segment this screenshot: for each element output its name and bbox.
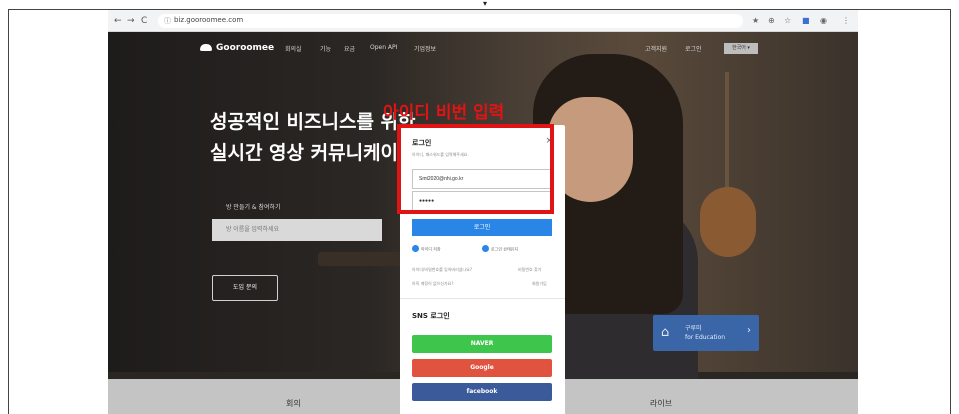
profile-icon[interactable]: ◉ xyxy=(820,15,827,27)
tab-live[interactable]: 라이브 xyxy=(650,398,672,409)
chevron-right-icon: › xyxy=(747,325,751,336)
browser-window: ← → C ⓘ biz.gooroomee.com ★ ⊕ ☆ ■ ◉ ⋮ Go… xyxy=(108,10,858,414)
signup-link[interactable]: 회원가입 xyxy=(532,281,547,287)
login-button[interactable]: 로그인 xyxy=(412,219,552,236)
nav-item-rooms[interactable]: 회의실 xyxy=(285,44,302,53)
intro-inquiry-button[interactable]: 도입 문의 xyxy=(212,275,278,301)
naver-login-button[interactable]: NAVER xyxy=(412,335,552,353)
remember-id-label: 아이디 저장 xyxy=(421,246,441,252)
address-bar[interactable]: ⓘ biz.gooroomee.com xyxy=(158,14,743,28)
reload-icon[interactable]: C xyxy=(141,15,147,27)
find-password-link[interactable]: 비밀번호 찾기 xyxy=(518,267,541,273)
hero-headline-line-2: 실시간 영상 커뮤니케이션 xyxy=(210,142,416,164)
sns-login-title: SNS 로그인 xyxy=(412,312,450,320)
browser-toolbar: ← → C ⓘ biz.gooroomee.com ★ ⊕ ☆ ■ ◉ ⋮ xyxy=(108,10,858,32)
site-logo[interactable]: Gooroomee xyxy=(200,43,274,53)
lamp-pole xyxy=(725,72,729,192)
logo-mark-icon xyxy=(200,44,212,51)
address-url: biz.gooroomee.com xyxy=(174,16,244,24)
remember-id-checkbox[interactable]: 아이디 저장 xyxy=(412,245,441,253)
keep-logged-in-label: 로그인 상태유지 xyxy=(491,246,519,252)
bookmark-icon[interactable]: ★ xyxy=(752,15,759,27)
top-caret-marker: ▾ xyxy=(483,0,488,8)
language-selector[interactable]: 한국어 ▾ xyxy=(724,43,758,54)
facebook-login-button[interactable]: facebook xyxy=(412,383,552,401)
site-info-icon[interactable]: ⓘ xyxy=(164,16,171,26)
menu-icon[interactable]: ⋮ xyxy=(842,15,850,27)
check-icon xyxy=(482,245,489,252)
forward-icon[interactable]: → xyxy=(127,15,135,27)
google-login-button[interactable]: Google xyxy=(412,359,552,377)
site-navbar: Gooroomee 회의실 기능 요금 Open API 기업정보 고객지원 로… xyxy=(108,32,858,66)
nav-item-company[interactable]: 기업정보 xyxy=(414,44,436,53)
nav-item-open-api[interactable]: Open API xyxy=(370,44,397,51)
lamp-decoration xyxy=(700,187,756,257)
education-card-title: 구루미 xyxy=(685,325,702,332)
annotation-label: 아이디 비번 입력 xyxy=(383,103,505,123)
nav-item-pricing[interactable]: 요금 xyxy=(344,44,355,53)
room-name-input[interactable] xyxy=(212,219,382,241)
annotation-highlight-box xyxy=(397,124,554,214)
back-icon[interactable]: ← xyxy=(114,15,122,27)
web-page: Gooroomee 회의실 기능 요금 Open API 기업정보 고객지원 로… xyxy=(108,32,858,414)
keep-logged-in-checkbox[interactable]: 로그인 상태유지 xyxy=(482,245,519,253)
nav-item-features[interactable]: 기능 xyxy=(320,44,331,53)
nav-item-login[interactable]: 로그인 xyxy=(685,44,702,53)
education-card-subtitle: for Education xyxy=(685,334,726,341)
room-label: 방 만들기 & 참여하기 xyxy=(226,204,281,211)
check-icon xyxy=(412,245,419,252)
nav-item-support[interactable]: 고객지원 xyxy=(645,44,667,53)
no-account-text: 아직 계정이 없으신가요? xyxy=(412,281,454,286)
extension-icon[interactable]: ■ xyxy=(802,15,810,27)
modal-divider xyxy=(400,298,565,299)
zoom-icon[interactable]: ⊕ xyxy=(768,15,775,27)
forgot-id-link[interactable]: 아이디/비밀번호를 잊어버리셨나요? xyxy=(412,267,472,273)
tab-meeting[interactable]: 회의 xyxy=(286,398,301,409)
school-icon: ⌂ xyxy=(661,325,670,340)
education-card[interactable]: ⌂ 구루미 for Education › xyxy=(653,315,759,351)
star-icon[interactable]: ☆ xyxy=(784,15,791,27)
logo-text: Gooroomee xyxy=(216,43,275,53)
